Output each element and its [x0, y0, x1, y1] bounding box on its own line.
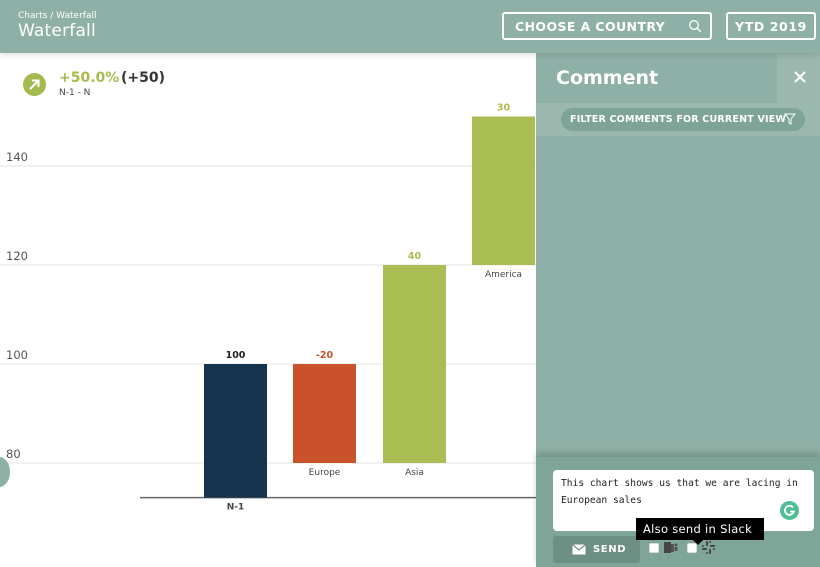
slack-tooltip: Also send in Slack: [636, 518, 764, 545]
filter-comments-button[interactable]: FILTER COMMENTS FOR CURRENT VIEW: [561, 108, 805, 131]
teams-icon: [664, 542, 678, 553]
close-icon: [794, 71, 806, 83]
waterfall-chart: 80 100 120 140 100 N-1 -20 Europe 40 Asia 30 Americ…: [0, 103, 536, 513]
y-tick-label: 120: [6, 249, 28, 263]
country-search-placeholder: CHOOSE A COUNTRY: [515, 19, 666, 34]
comment-title: Comment: [556, 67, 659, 89]
category-label: America: [485, 270, 522, 280]
grammarly-icon[interactable]: [780, 501, 799, 520]
send-button[interactable]: SEND: [553, 536, 640, 563]
bar-america: [472, 116, 535, 265]
slack-icon: [702, 541, 715, 554]
y-tick-label: 100: [6, 348, 28, 362]
data-label: 40: [408, 251, 422, 262]
send-label: SEND: [593, 544, 627, 555]
bar-n-1: [204, 364, 267, 498]
teams-checkbox[interactable]: [649, 543, 659, 553]
category-label: Europe: [309, 468, 341, 478]
chart-area: +50.0% (+50) N-1 - N 80 100 120 140 100 N-1 -2…: [0, 53, 536, 567]
data-label: 100: [226, 350, 246, 361]
y-tick-label: 80: [6, 447, 21, 461]
breadcrumb[interactable]: Charts / Waterfall: [18, 11, 96, 21]
close-button[interactable]: [777, 53, 820, 103]
bar-europe: [293, 364, 356, 463]
search-icon: [689, 20, 702, 33]
send-mail-icon: [572, 544, 586, 555]
filter-comments-label: FILTER COMMENTS FOR CURRENT VIEW: [570, 114, 787, 125]
country-search-input[interactable]: CHOOSE A COUNTRY: [502, 12, 712, 40]
data-label: -20: [316, 350, 334, 361]
bar-asia: [383, 265, 446, 463]
page-title: Waterfall: [18, 21, 96, 41]
top-header: Charts / Waterfall Waterfall CHOOSE A CO…: [0, 0, 820, 53]
category-label: N-1: [227, 503, 245, 513]
category-label: Asia: [405, 468, 424, 478]
comment-list: [536, 136, 820, 457]
data-label: 30: [497, 103, 511, 114]
y-tick-label: 140: [6, 150, 28, 164]
comment-compose: This chart shows us that we are lacing i…: [536, 457, 820, 567]
comment-panel: Comment FILTER COMMENTS FOR CURRENT VIEW…: [536, 53, 820, 567]
funnel-icon: [784, 113, 796, 125]
filter-strip: FILTER COMMENTS FOR CURRENT VIEW: [536, 103, 820, 136]
period-button[interactable]: YTD 2019: [726, 12, 816, 40]
comment-header: Comment: [536, 53, 777, 103]
